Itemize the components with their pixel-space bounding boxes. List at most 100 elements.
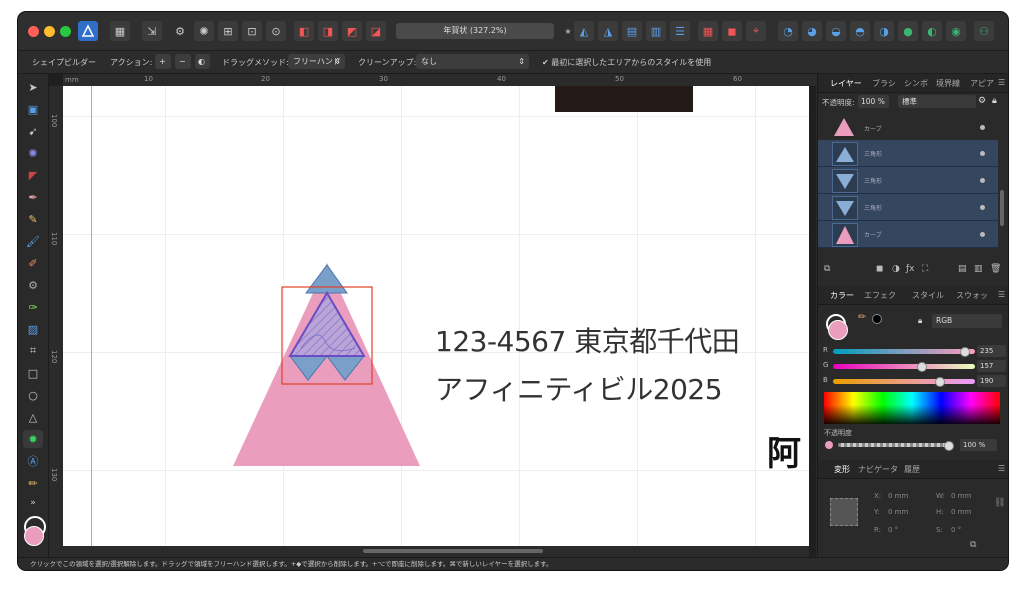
- pen-tool-icon[interactable]: ✒: [23, 188, 43, 206]
- layer-row[interactable]: カーブ: [818, 221, 998, 248]
- style-checkbox[interactable]: ✔ 最初に選択したエリアからのスタイルを使用: [542, 57, 711, 68]
- layer-row[interactable]: 三角形: [818, 167, 998, 194]
- kanji-text[interactable]: 阿: [767, 426, 801, 475]
- g-value-field[interactable]: 157: [977, 360, 1006, 372]
- g-slider[interactable]: [833, 362, 975, 372]
- action-cleanup-icon[interactable]: ◐: [195, 54, 210, 69]
- document-title[interactable]: 年賀状 (327.2%): [396, 23, 554, 39]
- align-icon[interactable]: ☰: [670, 21, 690, 41]
- tab-color[interactable]: カラー: [830, 290, 854, 301]
- ellipse-tool-icon[interactable]: ○: [23, 386, 43, 404]
- r-slider[interactable]: [833, 347, 975, 357]
- group-layer-icon[interactable]: ▥: [974, 264, 983, 274]
- rotate-left-icon[interactable]: ◔: [778, 21, 798, 41]
- tab-effects[interactable]: エフェク: [864, 290, 896, 301]
- drag-method-select[interactable]: フリーハンド ⇕: [288, 54, 345, 69]
- document-page[interactable]: 123-4567 東京都千代田 アフィニティビル2025 阿: [63, 86, 809, 546]
- flip-horizontal-icon[interactable]: ◭: [574, 21, 594, 41]
- geometry-divide-icon[interactable]: ◉: [946, 21, 966, 41]
- geometry-subtract-icon[interactable]: ◐: [922, 21, 942, 41]
- settings-gear-icon[interactable]: ⚙: [170, 21, 190, 41]
- grid-icon[interactable]: ▦: [698, 21, 718, 41]
- address-text-line1[interactable]: 123-4567 東京都千代田: [435, 320, 740, 360]
- tab-stroke[interactable]: 境界線: [936, 78, 960, 89]
- tab-styles[interactable]: スタイル: [912, 290, 944, 301]
- snap-bounds-icon[interactable]: ⊞: [218, 21, 238, 41]
- zoom-window-button[interactable]: [60, 26, 71, 37]
- horizontal-scroll-thumb[interactable]: [363, 549, 543, 553]
- shape-builder-tool-icon[interactable]: ✺: [23, 144, 43, 162]
- color-spectrum[interactable]: [824, 392, 1000, 424]
- black-swatch[interactable]: [872, 314, 882, 324]
- boolean-subtract-icon[interactable]: ◨: [318, 21, 338, 41]
- settings-gear-icon[interactable]: ⚙: [978, 96, 986, 106]
- custom-shape-tool-icon[interactable]: ✹: [23, 430, 43, 448]
- gear-snap-icon[interactable]: ✺: [194, 21, 214, 41]
- menu-icon[interactable]: ☰: [998, 78, 1005, 87]
- tab-history[interactable]: 履歴: [904, 464, 920, 475]
- fill-tool-icon[interactable]: ⚙: [23, 276, 43, 294]
- snapping-magnet-icon[interactable]: ⌖: [746, 21, 766, 41]
- action-add-button[interactable]: +: [155, 54, 171, 69]
- menu-icon[interactable]: ☰: [998, 464, 1005, 473]
- tab-symbols[interactable]: シンボ: [904, 78, 928, 89]
- lock-icon[interactable]: 🔒︎: [992, 96, 997, 106]
- layer-opacity-field[interactable]: 100 %: [858, 95, 889, 108]
- mask-layer-icon[interactable]: ◼: [876, 264, 883, 274]
- triangle-tool-icon[interactable]: △: [23, 408, 43, 426]
- transform-options-icon[interactable]: ⧉: [970, 540, 976, 550]
- flip-vertical-icon[interactable]: ◮: [598, 21, 618, 41]
- gradient-tool-icon[interactable]: ✑: [23, 298, 43, 316]
- color-opacity-field[interactable]: 100 %: [960, 439, 997, 451]
- node-tool-icon[interactable]: ➹: [23, 122, 43, 140]
- anchor-point-selector[interactable]: [830, 498, 858, 526]
- visibility-dot-icon[interactable]: [980, 125, 985, 130]
- mask-icon[interactable]: ◼: [722, 21, 742, 41]
- arrange-back-icon[interactable]: ▤: [622, 21, 642, 41]
- boolean-divide-icon[interactable]: ◑: [874, 21, 894, 41]
- boolean-add-icon[interactable]: ◧: [294, 21, 314, 41]
- eyedropper-tool-icon[interactable]: ✏: [23, 474, 43, 492]
- layer-row[interactable]: カーブ: [818, 114, 998, 140]
- layer-row[interactable]: 三角形: [818, 194, 998, 221]
- tab-transform[interactable]: 変形: [834, 464, 850, 475]
- small-blue-triangle-top[interactable]: [305, 264, 348, 294]
- rotation-field[interactable]: 0 °: [888, 526, 898, 534]
- user-account-icon[interactable]: ⚇: [974, 21, 994, 41]
- duplicate-icon[interactable]: ⧉: [824, 264, 830, 274]
- artboard-tool-icon[interactable]: ▣: [23, 100, 43, 118]
- visibility-dot-icon[interactable]: [980, 205, 985, 210]
- boolean-intersect-icon[interactable]: ◩: [342, 21, 362, 41]
- left-ruler[interactable]: 100 110 120 130: [49, 86, 64, 557]
- b-value-field[interactable]: 190: [977, 375, 1006, 387]
- shear-field[interactable]: 0 °: [951, 526, 961, 534]
- cleanup-select[interactable]: なし ⇕: [416, 54, 529, 69]
- r-value-field[interactable]: 235: [977, 345, 1006, 357]
- tab-brushes[interactable]: ブラシ: [872, 78, 896, 89]
- shapes-layer[interactable]: [63, 86, 809, 546]
- h-field[interactable]: 0 mm: [951, 508, 971, 516]
- address-text-line2[interactable]: アフィニティビル2025: [435, 368, 723, 408]
- crop-tool-icon[interactable]: ⌗: [23, 342, 43, 360]
- rectangle-tool-icon[interactable]: □: [23, 364, 43, 382]
- menu-icon[interactable]: ☰: [998, 290, 1005, 299]
- corner-tool-icon[interactable]: ◤: [23, 166, 43, 184]
- w-field[interactable]: 0 mm: [951, 492, 971, 500]
- vector-brush-tool-icon[interactable]: 🖌: [23, 232, 43, 250]
- visibility-dot-icon[interactable]: [980, 232, 985, 237]
- layer-row[interactable]: 三角形: [818, 140, 998, 167]
- tab-swatches[interactable]: スウォッ: [956, 290, 988, 301]
- arrange-front-icon[interactable]: ▥: [646, 21, 666, 41]
- designer-persona-icon[interactable]: [78, 21, 98, 41]
- tab-layers[interactable]: レイヤー: [830, 78, 862, 89]
- horizontal-scrollbar[interactable]: [63, 546, 809, 557]
- snap-center-icon[interactable]: ⊡: [242, 21, 262, 41]
- fill-swatch[interactable]: [24, 526, 44, 546]
- group-icon[interactable]: ◒: [826, 21, 846, 41]
- snap-target-icon[interactable]: ⊙: [266, 21, 286, 41]
- minimize-window-button[interactable]: [44, 26, 55, 37]
- visibility-dot-icon[interactable]: [980, 151, 985, 156]
- blend-mode-select[interactable]: 標準: [898, 95, 976, 108]
- close-window-button[interactable]: [28, 26, 39, 37]
- place-image-icon[interactable]: ▨: [23, 320, 43, 338]
